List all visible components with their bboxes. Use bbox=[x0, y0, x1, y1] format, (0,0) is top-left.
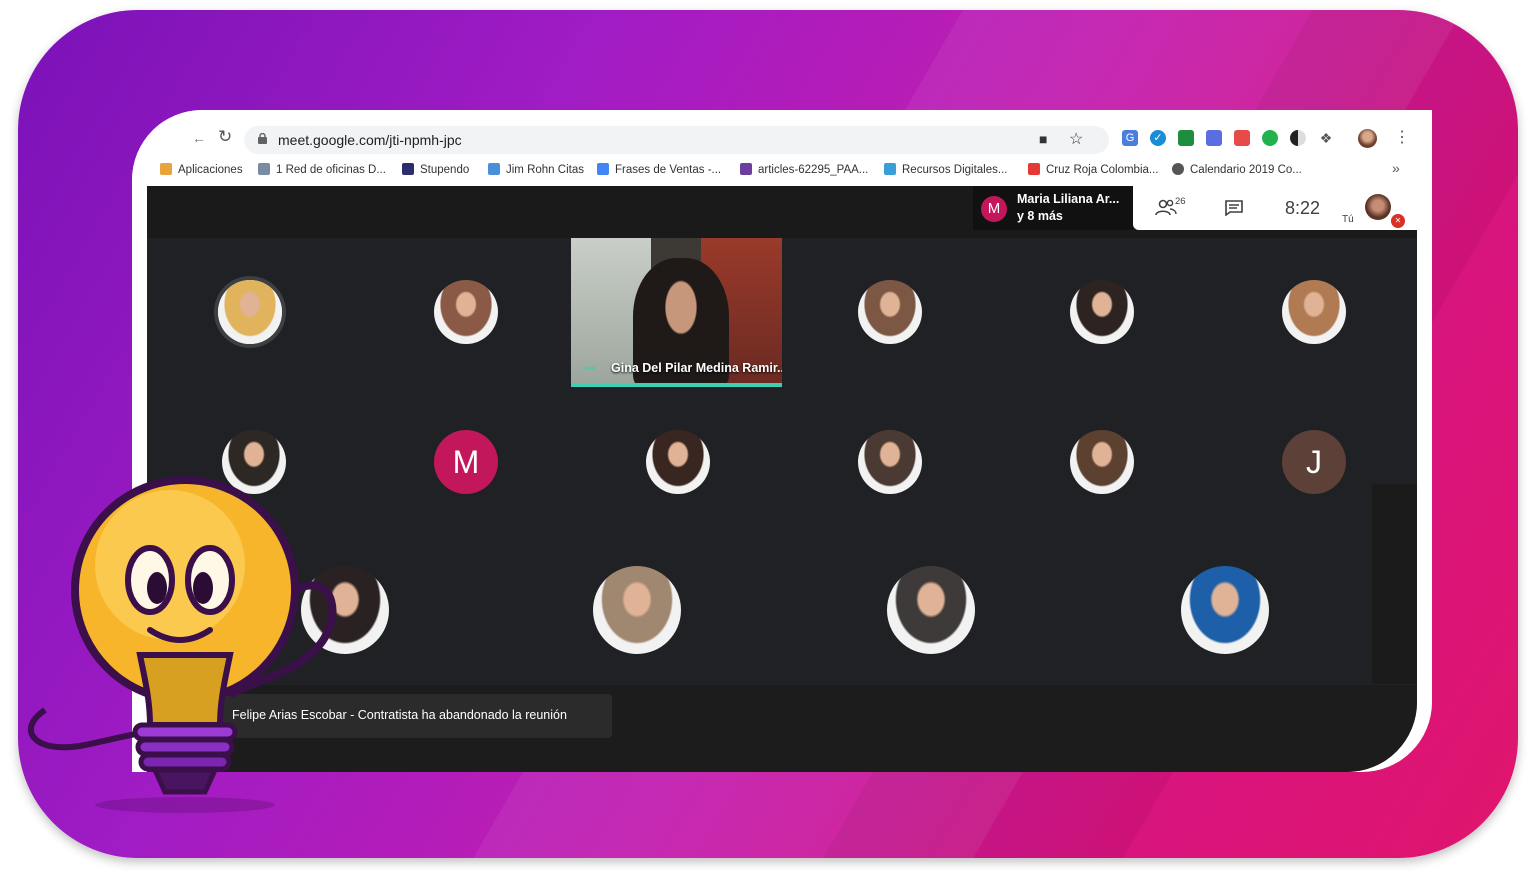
green-circle-extension-icon[interactable] bbox=[1262, 130, 1278, 146]
mic-off-icon: ✕ bbox=[1391, 214, 1405, 228]
participant-photo bbox=[887, 566, 975, 654]
participant-tile[interactable] bbox=[858, 430, 922, 494]
bookmark-item[interactable]: 1 Red de oficinas D... bbox=[258, 163, 386, 176]
self-avatar[interactable] bbox=[1365, 194, 1391, 220]
participant-initial: J bbox=[1306, 444, 1322, 480]
omnibox[interactable]: meet.google.com/jti-npmh-jpc ■ ☆ bbox=[244, 126, 1109, 154]
active-speaker-bar bbox=[571, 383, 782, 387]
grammar-extension-icon[interactable]: ✓ bbox=[1150, 130, 1166, 146]
translate-extension-icon[interactable]: G bbox=[1122, 130, 1138, 146]
meet-toolbar: 26 8:22 Tú ✕ bbox=[1133, 186, 1417, 230]
participant-photo bbox=[1070, 430, 1134, 494]
speaker-avatar: M bbox=[981, 196, 1007, 222]
meeting-clock: 8:22 bbox=[1285, 198, 1321, 218]
address-bar-row: ← ↻ meet.google.com/jti-npmh-jpc ■ ☆ G ✓… bbox=[132, 110, 1432, 156]
video-tile[interactable]: Gina Del Pilar Medina Ramir... bbox=[571, 238, 782, 387]
people-icon[interactable] bbox=[1155, 198, 1177, 216]
participant-tile[interactable]: M bbox=[434, 430, 498, 494]
participant-tile[interactable]: J bbox=[1282, 430, 1346, 494]
active-speaker-chip[interactable]: M Maria Liliana Ar... y 8 más bbox=[973, 186, 1133, 230]
bookmark-item[interactable]: Cruz Roja Colombia... bbox=[1028, 163, 1158, 176]
speaker-more: y 8 más bbox=[1017, 209, 1063, 223]
participant-tile[interactable] bbox=[1070, 430, 1134, 494]
people-count: 26 bbox=[1175, 196, 1186, 207]
menu-dots-icon[interactable]: ⋮ bbox=[1394, 127, 1410, 147]
box-extension-icon[interactable] bbox=[1234, 130, 1250, 146]
lock-icon bbox=[258, 133, 267, 144]
bookmark-item[interactable]: Jim Rohn Citas bbox=[488, 163, 584, 176]
bookmark-item[interactable]: Calendario 2019 Co... bbox=[1172, 163, 1302, 176]
participant-tile[interactable] bbox=[434, 280, 498, 344]
participant-tile[interactable] bbox=[887, 566, 975, 654]
participant-tile[interactable] bbox=[646, 430, 710, 494]
puzzle-icon[interactable]: ❖ bbox=[1318, 130, 1334, 146]
bookmark-item[interactable]: Stupendo bbox=[402, 163, 469, 176]
more-bookmarks-icon[interactable]: » bbox=[1392, 160, 1400, 176]
participant-tile[interactable] bbox=[593, 566, 681, 654]
participant-tile[interactable] bbox=[1181, 566, 1269, 654]
bookmark-item[interactable]: Aplicaciones bbox=[160, 163, 243, 176]
audio-indicator-icon bbox=[583, 366, 595, 370]
camera-icon[interactable]: ■ bbox=[1039, 131, 1047, 147]
participant-tile[interactable] bbox=[1282, 280, 1346, 344]
participant-photo bbox=[593, 566, 681, 654]
back-arrow-icon[interactable]: ← bbox=[192, 130, 206, 146]
self-label: Tú bbox=[1342, 214, 1354, 225]
url-text[interactable]: meet.google.com/jti-npmh-jpc bbox=[278, 132, 462, 148]
lightbulb-mascot bbox=[28, 476, 337, 813]
participant-photo bbox=[646, 430, 710, 494]
video-tile-name: Gina Del Pilar Medina Ramir... bbox=[611, 361, 782, 375]
star-icon[interactable]: ☆ bbox=[1069, 129, 1083, 149]
side-panel-edge bbox=[1372, 484, 1417, 684]
participant-tile[interactable] bbox=[1070, 280, 1134, 344]
participant-photo bbox=[1070, 280, 1134, 344]
participant-initial: M bbox=[452, 444, 480, 480]
participant-photo bbox=[858, 430, 922, 494]
participant-tile[interactable] bbox=[218, 280, 282, 344]
speaker-name: Maria Liliana Ar... bbox=[1017, 192, 1120, 206]
cube-extension-icon[interactable] bbox=[1206, 130, 1222, 146]
participant-photo bbox=[858, 280, 922, 344]
participant-photo bbox=[218, 280, 282, 344]
bookmark-item[interactable]: Frases de Ventas -... bbox=[597, 163, 721, 176]
participant-photo bbox=[434, 280, 498, 344]
bookmark-item[interactable]: articles-62295_PAA... bbox=[740, 163, 868, 176]
bookmarks-bar: Aplicaciones 1 Red de oficinas D... Stup… bbox=[132, 156, 1432, 186]
participant-tile[interactable] bbox=[858, 280, 922, 344]
bookmark-item[interactable]: Recursos Digitales... bbox=[884, 163, 1007, 176]
participant-photo bbox=[1181, 566, 1269, 654]
reload-icon[interactable]: ↻ bbox=[218, 127, 232, 147]
chat-icon[interactable] bbox=[1225, 200, 1243, 216]
participant-photo bbox=[1282, 280, 1346, 344]
dark-mode-extension-icon[interactable] bbox=[1290, 130, 1306, 146]
sheets-extension-icon[interactable] bbox=[1178, 130, 1194, 146]
profile-avatar[interactable] bbox=[1358, 129, 1377, 148]
